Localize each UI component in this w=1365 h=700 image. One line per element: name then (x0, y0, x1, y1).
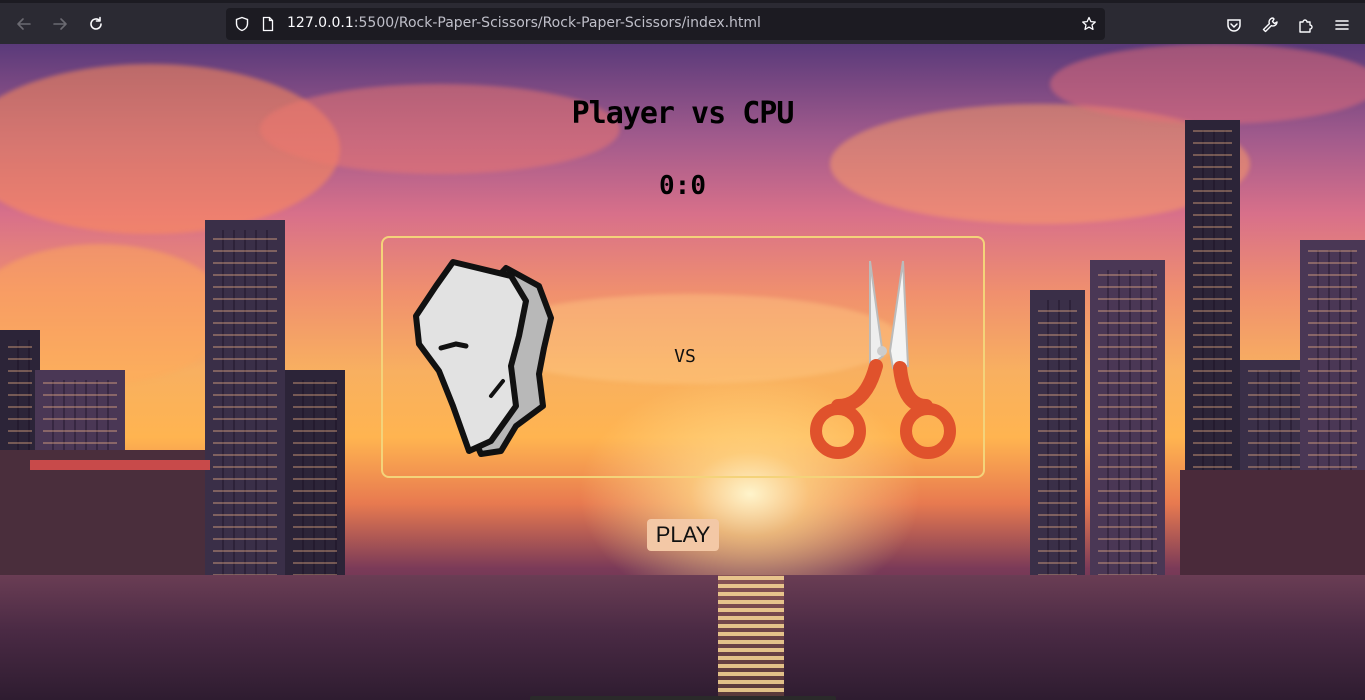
forward-arrow-icon (53, 18, 67, 30)
reload-button[interactable] (84, 12, 108, 36)
building (1090, 260, 1165, 620)
pocket-icon[interactable] (1225, 16, 1243, 34)
back-arrow-icon (17, 18, 31, 30)
sun-reflection (718, 575, 784, 700)
reload-icon (90, 16, 102, 30)
back-button[interactable] (12, 12, 36, 36)
game-page: Player vs CPU 0:0 VS PLAY (0, 44, 1365, 700)
url-bar[interactable]: 127.0.0.1:5500/Rock-Paper-Scissors/Rock-… (226, 8, 1105, 40)
url-path: :5500/Rock-Paper-Scissors/Rock-Paper-Sci… (353, 15, 761, 31)
url-host: 127.0.0.1 (287, 15, 354, 31)
building (1030, 290, 1085, 620)
extensions-icon[interactable] (1297, 16, 1315, 34)
battle-arena: VS (381, 236, 985, 478)
page-icon[interactable] (260, 16, 276, 32)
browser-toolbar: 127.0.0.1:5500/Rock-Paper-Scissors/Rock-… (0, 0, 1365, 44)
menu-icon[interactable] (1333, 16, 1351, 34)
page-title: Player vs CPU (571, 96, 795, 131)
road (0, 575, 1365, 700)
score-display: 0:0 (659, 171, 706, 201)
building (205, 220, 285, 620)
shield-icon[interactable] (234, 16, 250, 32)
play-button[interactable]: PLAY (647, 519, 719, 551)
cpu-scissors-icon (810, 260, 956, 459)
bookmark-star-icon[interactable] (1081, 16, 1097, 32)
awning (30, 460, 210, 470)
bottom-bar (530, 696, 836, 700)
forward-button[interactable] (48, 12, 72, 36)
url-text[interactable]: 127.0.0.1:5500/Rock-Paper-Scissors/Rock-… (287, 15, 761, 31)
wrench-icon[interactable] (1261, 16, 1279, 34)
